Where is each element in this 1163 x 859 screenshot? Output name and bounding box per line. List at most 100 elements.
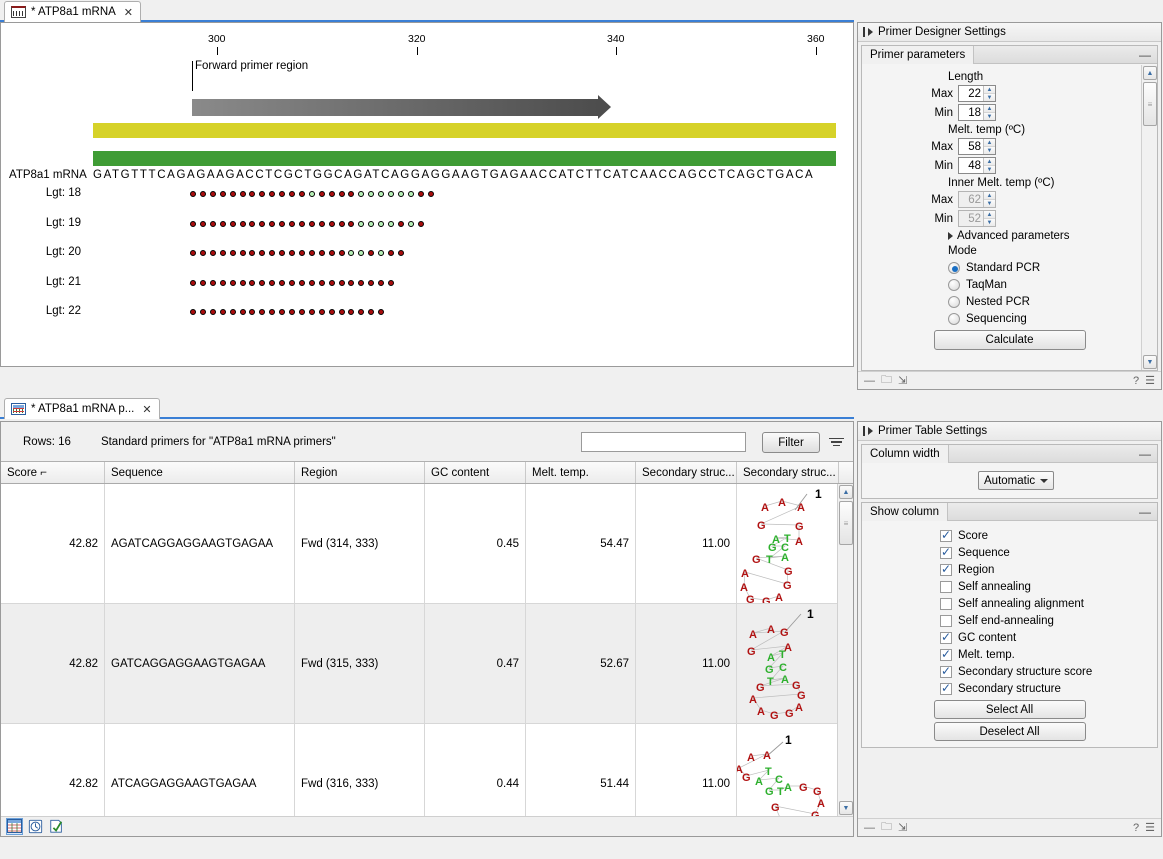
spinner[interactable]: ▲▼	[958, 191, 996, 208]
primer-dot[interactable]	[220, 309, 226, 315]
primer-dot[interactable]	[388, 221, 394, 227]
primer-dot[interactable]	[309, 250, 315, 256]
scroll-down-icon[interactable]: ▼	[1143, 355, 1157, 369]
radio-button[interactable]	[948, 296, 960, 308]
green-feature-bar[interactable]	[93, 151, 836, 166]
spinner-input[interactable]	[959, 105, 983, 120]
primer-dot[interactable]	[230, 280, 236, 286]
primer-dot[interactable]	[418, 191, 424, 197]
show-column-self-annealing-alignment[interactable]: Self annealing alignment	[862, 598, 1157, 610]
primer-dot[interactable]	[210, 191, 216, 197]
primer-dot[interactable]	[289, 280, 295, 286]
primer-dot[interactable]	[289, 191, 295, 197]
collapse-icon[interactable]	[863, 426, 873, 436]
primer-dot[interactable]	[378, 191, 384, 197]
primer-dot[interactable]	[368, 191, 374, 197]
primer-dot[interactable]	[249, 309, 255, 315]
spinner-input[interactable]	[959, 139, 983, 154]
checkbox[interactable]	[940, 615, 952, 627]
primer-dot[interactable]	[269, 221, 275, 227]
primer-dot[interactable]	[418, 221, 424, 227]
primer-dot[interactable]	[200, 250, 206, 256]
primer-dot[interactable]	[259, 280, 265, 286]
primer-dot[interactable]	[319, 250, 325, 256]
primer-dot[interactable]	[259, 309, 265, 315]
select-all-button[interactable]: Select All	[934, 700, 1086, 719]
help-icon[interactable]: ?	[1133, 375, 1139, 387]
spinner-down-icon[interactable]: ▼	[984, 113, 995, 120]
primer-dot[interactable]	[210, 309, 216, 315]
folder-icon[interactable]: 🗀	[881, 371, 892, 390]
advanced-parameters-toggle[interactable]: Advanced parameters	[862, 230, 1157, 242]
spinner-input[interactable]	[959, 158, 983, 173]
primer-dot[interactable]	[319, 309, 325, 315]
table-row[interactable]: 42.82ATCAGGAGGAAGTGAGAAFwd (316, 333)0.4…	[1, 724, 853, 816]
primer-dot[interactable]	[398, 250, 404, 256]
primer-dot[interactable]	[398, 221, 404, 227]
tab-atp8a1-mrna[interactable]: * ATP8a1 mRNA ✕	[4, 1, 141, 22]
dock-icon[interactable]: ⇲	[898, 821, 907, 834]
cell-secondary-structure[interactable]: AAAGGAATGCTAGGGAAGGA1	[737, 484, 839, 603]
checkbox[interactable]	[940, 666, 952, 678]
spinner-down-icon[interactable]: ▼	[984, 219, 995, 226]
show-column-melt-temp-[interactable]: Melt. temp.	[862, 649, 1157, 661]
show-column-gc-content[interactable]: GC content	[862, 632, 1157, 644]
primer-dot[interactable]	[348, 250, 354, 256]
primer-dot[interactable]	[428, 191, 434, 197]
primer-dot[interactable]	[339, 250, 345, 256]
minimize-all-icon[interactable]: —	[864, 375, 875, 387]
primer-dot[interactable]	[269, 250, 275, 256]
column-header-ss_score[interactable]: Secondary struc...	[636, 462, 737, 483]
primer-dot[interactable]	[210, 280, 216, 286]
dock-icon[interactable]: ⇲	[898, 374, 907, 387]
primer-dot[interactable]	[240, 280, 246, 286]
primer-dot[interactable]	[339, 309, 345, 315]
primer-dot[interactable]	[348, 280, 354, 286]
primer-dot[interactable]	[378, 280, 384, 286]
spinner[interactable]: ▲▼	[958, 210, 996, 227]
primer-dot-row[interactable]	[190, 280, 398, 288]
spinner-input[interactable]	[959, 211, 983, 226]
forward-primer-arrow[interactable]	[192, 99, 598, 116]
column-width-dropdown[interactable]: Automatic	[978, 471, 1054, 490]
spinner[interactable]: ▲▼	[958, 85, 996, 102]
primer-dot[interactable]	[309, 191, 315, 197]
filter-input[interactable]	[581, 432, 746, 452]
scrollbar-thumb[interactable]: ≡	[1143, 82, 1157, 126]
primer-dot[interactable]	[220, 191, 226, 197]
primer-dot[interactable]	[289, 250, 295, 256]
primer-dot[interactable]	[240, 250, 246, 256]
scroll-up-icon[interactable]: ▲	[839, 485, 853, 499]
folder-icon[interactable]: 🗀	[881, 818, 892, 837]
primer-dot[interactable]	[309, 280, 315, 286]
primer-dot[interactable]	[240, 309, 246, 315]
primer-dot[interactable]	[408, 221, 414, 227]
column-header-tm[interactable]: Melt. temp.	[526, 462, 636, 483]
mode-option-taqman[interactable]: TaqMan	[862, 279, 1157, 291]
primer-dot[interactable]	[309, 221, 315, 227]
primer-dot[interactable]	[210, 221, 216, 227]
primer-dot[interactable]	[348, 309, 354, 315]
spinner-down-icon[interactable]: ▼	[984, 147, 995, 154]
table-scrollbar[interactable]: ▲ ≡ ▼	[837, 484, 853, 816]
show-column-self-end-annealing[interactable]: Self end-annealing	[862, 615, 1157, 627]
primer-dot[interactable]	[269, 309, 275, 315]
primer-dot[interactable]	[358, 280, 364, 286]
primer-dot-row[interactable]	[190, 250, 408, 258]
primer-dot[interactable]	[378, 309, 384, 315]
close-icon[interactable]: ✕	[124, 6, 133, 19]
primer-dot[interactable]	[388, 250, 394, 256]
primer-dot[interactable]	[249, 221, 255, 227]
primer-dot[interactable]	[408, 191, 414, 197]
checkbox[interactable]	[940, 683, 952, 695]
primer-dot[interactable]	[329, 191, 335, 197]
primer-dot[interactable]	[289, 309, 295, 315]
mode-option-sequencing[interactable]: Sequencing	[862, 313, 1157, 325]
settings-scrollbar[interactable]: ▲ ≡ ▼	[1141, 65, 1157, 370]
primer-dot[interactable]	[339, 221, 345, 227]
tab-atp8a1-mrna-primers[interactable]: * ATP8a1 mRNA p... ✕	[4, 398, 160, 419]
show-column-score[interactable]: Score	[862, 530, 1157, 542]
checkbox[interactable]	[940, 598, 952, 610]
checkbox[interactable]	[940, 581, 952, 593]
show-column-sequence[interactable]: Sequence	[862, 547, 1157, 559]
